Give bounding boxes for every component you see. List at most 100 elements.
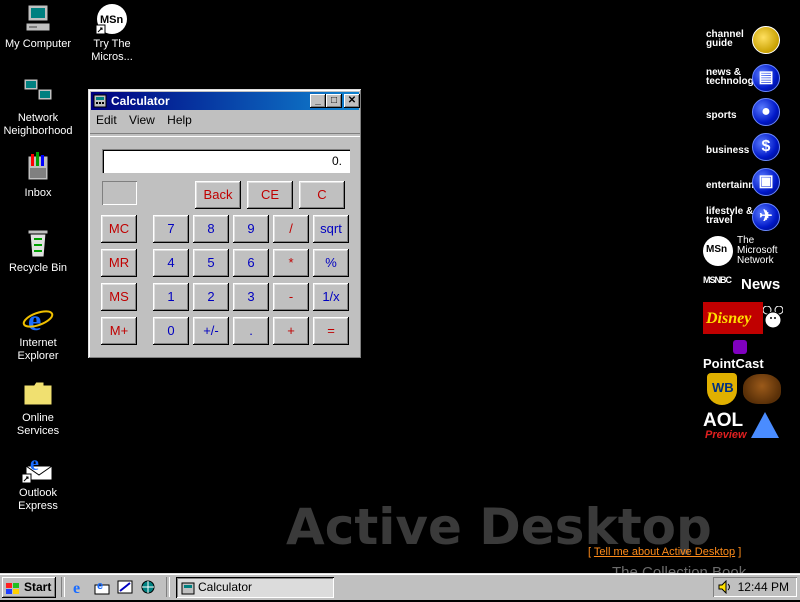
recycle-bin-icon (22, 227, 54, 259)
taz-character-icon (743, 374, 781, 404)
magnifier-globe-icon (752, 26, 780, 54)
minimize-button[interactable]: _ (310, 94, 326, 108)
maximize-button[interactable]: □ (326, 94, 342, 108)
digit-4-button[interactable]: 4 (153, 249, 189, 277)
aol-preview-text: Preview (705, 429, 747, 441)
digit-5-button[interactable]: 5 (193, 249, 229, 277)
equals-button[interactable]: = (313, 317, 349, 345)
channel-business[interactable]: business $ (704, 131, 784, 161)
airplane-icon: ✈ (752, 203, 780, 231)
dollar-icon: $ (752, 133, 780, 161)
channel-label: sports (706, 110, 737, 121)
desktop-icon-outlook-express[interactable]: e Outlook Express (0, 452, 76, 513)
clear-entry-button[interactable]: CE (247, 181, 293, 209)
digit-9-button[interactable]: 9 (233, 215, 269, 243)
window-title: Calculator (111, 94, 170, 108)
taskbar-button-label: Calculator (198, 580, 253, 594)
link-bracket-close: ] (735, 546, 742, 558)
sign-toggle-button[interactable]: +/- (193, 317, 229, 345)
digit-6-button[interactable]: 6 (233, 249, 269, 277)
channel-disney[interactable]: Disney (703, 302, 784, 336)
channel-news-technology[interactable]: news & technology ▤ (704, 62, 784, 92)
memory-recall-button[interactable]: MR (101, 249, 137, 277)
desktop-icon-recycle-bin[interactable]: Recycle Bin (0, 227, 76, 275)
calculator-icon (93, 94, 107, 108)
decimal-button[interactable]: . (233, 317, 269, 345)
wb-shield-text: WB (712, 380, 734, 395)
digit-2-button[interactable]: 2 (193, 283, 229, 311)
desktop-icon-internet-explorer[interactable]: e Internet Explorer (0, 302, 76, 363)
calculator-titlebar[interactable]: Calculator _ □ ✕ (91, 92, 360, 110)
msn-logo-text: MSn (706, 244, 728, 255)
start-button[interactable]: Start (2, 577, 56, 598)
channel-aol-preview[interactable]: AOL Preview (703, 410, 783, 442)
disney-logo-text: Disney (706, 310, 752, 327)
clock[interactable]: 12:44 PM (738, 577, 789, 597)
divide-button[interactable]: / (273, 215, 309, 243)
desktop-icon-network-neighborhood[interactable]: Network Neighborhood (0, 77, 76, 138)
memory-indicator (102, 181, 137, 205)
calculator-menubar: Edit View Help (96, 111, 201, 129)
channel-entertainment[interactable]: entertainment ▣ (704, 166, 784, 196)
percent-button[interactable]: % (313, 249, 349, 277)
active-desktop-link-text[interactable]: Tell me about Active Desktop (594, 546, 735, 558)
quicklaunch-show-desktop-icon[interactable] (116, 579, 134, 595)
close-button[interactable]: ✕ (344, 94, 360, 108)
computer-icon (22, 3, 54, 35)
msn-logo-icon: MSn (703, 236, 733, 266)
windows-logo-icon (6, 581, 20, 594)
digit-7-button[interactable]: 7 (153, 215, 189, 243)
taskbar: Start e e Calculator 12:44 PM (0, 573, 800, 600)
digit-3-button[interactable]: 3 (233, 283, 269, 311)
back-button[interactable]: Back (195, 181, 241, 209)
digit-0-button[interactable]: 0 (153, 317, 189, 345)
quicklaunch-channels-icon[interactable] (139, 579, 157, 595)
channel-sports[interactable]: sports ● (704, 96, 784, 126)
multiply-button[interactable]: * (273, 249, 309, 277)
channel-pointcast[interactable]: PointCast (703, 340, 783, 371)
menu-help[interactable]: Help (167, 113, 192, 127)
desktop-icon-my-computer[interactable]: My Computer (0, 3, 76, 51)
clear-button[interactable]: C (299, 181, 345, 209)
msn-logo-label: The Microsoft Network (737, 235, 778, 266)
msnbc-logo-icon: MSNBC (703, 275, 732, 285)
channel-label: business (706, 145, 750, 156)
sqrt-button[interactable]: sqrt (313, 215, 349, 243)
channel-label: lifestyle & travel (706, 206, 754, 226)
channel-lifestyle-travel[interactable]: lifestyle & travel ✈ (704, 201, 784, 231)
memory-add-button[interactable]: M+ (101, 317, 137, 345)
calculator-display: 0. (102, 149, 350, 173)
msn-icon: MSn (95, 3, 128, 35)
active-desktop-link[interactable]: [ Tell me about Active Desktop ] (588, 546, 741, 558)
memory-clear-button[interactable]: MC (101, 215, 137, 243)
taskbar-separator (61, 577, 65, 597)
menu-view[interactable]: View (129, 113, 155, 127)
desktop-icon-label: Recycle Bin (8, 262, 68, 274)
calculator-window[interactable]: Calculator _ □ ✕ Edit View Help 0. Back … (88, 89, 362, 359)
calculator-icon (181, 581, 195, 595)
svg-text:MSn: MSn (100, 14, 124, 26)
quicklaunch-outlook-icon[interactable]: e (93, 579, 111, 595)
taskbar-button-calculator[interactable]: Calculator (176, 577, 334, 598)
channel-guide[interactable]: channel guide (704, 24, 784, 54)
desktop-icon-label: Network Neighborhood (3, 112, 73, 137)
desktop-icon-try-msn[interactable]: MSn Try The Micros... (74, 3, 150, 64)
volume-icon[interactable] (718, 579, 732, 595)
desktop-icon-label: Online Services (16, 412, 60, 437)
digit-8-button[interactable]: 8 (193, 215, 229, 243)
menu-edit[interactable]: Edit (96, 113, 117, 127)
outlook-express-icon: e (21, 452, 54, 484)
newspaper-icon: ▤ (752, 64, 780, 92)
desktop-icon-online-services[interactable]: Online Services (0, 377, 76, 438)
memory-store-button[interactable]: MS (101, 283, 137, 311)
channel-warner-bros[interactable]: WB (703, 372, 783, 406)
add-button[interactable]: + (273, 317, 309, 345)
reciprocal-button[interactable]: 1/x (313, 283, 349, 311)
desktop-icon-inbox[interactable]: Inbox (0, 152, 76, 200)
channel-msnbc-news[interactable]: MSNBC News (703, 274, 783, 296)
subtract-button[interactable]: - (273, 283, 309, 311)
digit-1-button[interactable]: 1 (153, 283, 189, 311)
film-icon: ▣ (752, 168, 780, 196)
quicklaunch-ie-icon[interactable]: e (70, 579, 88, 597)
channel-msn[interactable]: MSn The Microsoft Network (703, 235, 783, 267)
